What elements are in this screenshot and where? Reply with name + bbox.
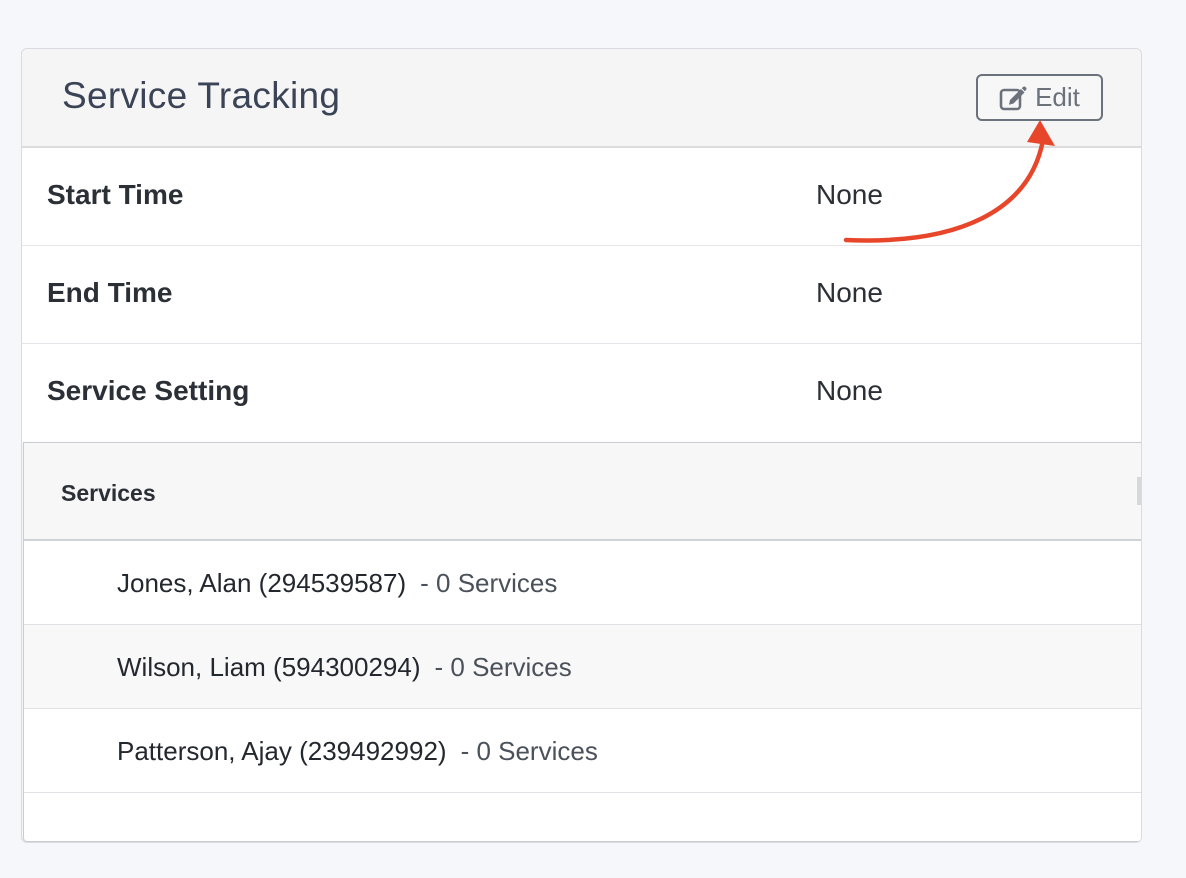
service-student-name: Wilson, Liam (594300294) - 0 Services <box>117 652 572 683</box>
edit-icon <box>999 85 1027 111</box>
student-name: Jones, Alan (294539587) <box>117 568 407 598</box>
services-header: Services <box>24 443 1141 541</box>
info-row-end-time: End Time None <box>22 246 1141 344</box>
service-list-item[interactable]: Patterson, Ajay (239492992) - 0 Services <box>24 709 1141 793</box>
end-time-value: None <box>816 277 883 308</box>
service-student-name: Patterson, Ajay (239492992) - 0 Services <box>117 736 598 767</box>
service-list-item[interactable]: Wilson, Liam (594300294) - 0 Services <box>24 625 1141 709</box>
card-header: Service Tracking Edit <box>22 49 1141 148</box>
service-count: - 0 Services <box>420 568 558 598</box>
service-count: - 0 Services <box>460 736 598 766</box>
edit-button[interactable]: Edit <box>976 74 1103 121</box>
start-time-label: Start Time <box>47 179 184 210</box>
start-time-value: None <box>816 179 883 210</box>
service-setting-label: Service Setting <box>47 375 250 406</box>
info-row-service-setting: Service Setting None <box>22 344 1141 442</box>
service-count: - 0 Services <box>434 652 572 682</box>
student-name: Wilson, Liam (594300294) <box>117 652 421 682</box>
end-time-label: End Time <box>47 277 173 308</box>
service-student-name: Jones, Alan (294539587) - 0 Services <box>117 568 557 599</box>
student-name: Patterson, Ajay (239492992) <box>117 736 447 766</box>
card-title: Service Tracking <box>62 75 341 116</box>
scrollbar[interactable] <box>1137 477 1141 505</box>
edit-button-label: Edit <box>1035 82 1080 112</box>
info-row-start-time: Start Time None <box>22 148 1141 246</box>
services-panel: Services Jones, Alan (294539587) - 0 Serv… <box>23 442 1141 842</box>
services-title: Services <box>61 480 156 506</box>
service-tracking-card: Service Tracking Edit Start Time None En… <box>21 48 1142 843</box>
service-list-item[interactable]: Jones, Alan (294539587) - 0 Services <box>24 541 1141 625</box>
service-setting-value: None <box>816 375 883 406</box>
